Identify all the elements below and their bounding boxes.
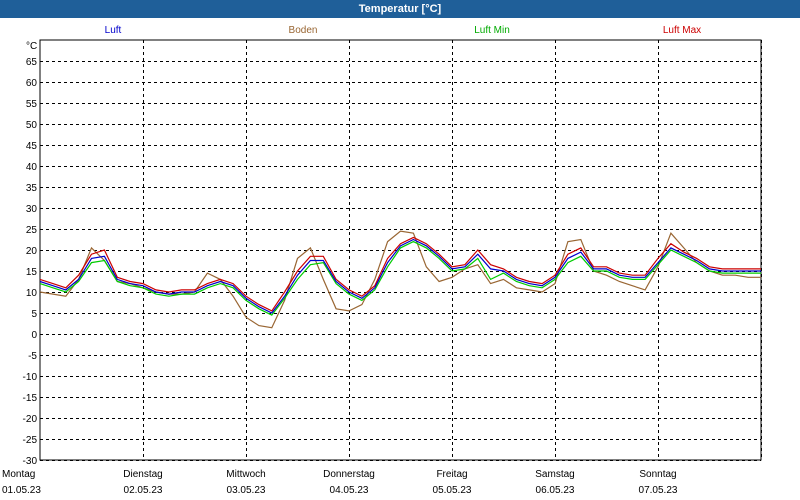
- x-day-label: Samstag: [535, 469, 574, 480]
- y-tick-label: 50: [26, 120, 38, 131]
- y-tick-label: -20: [23, 414, 38, 425]
- y-tick-label: 10: [26, 288, 38, 299]
- y-tick-label: 15: [26, 267, 38, 278]
- x-date-label: 02.05.23: [124, 485, 163, 496]
- y-tick-label: -5: [28, 351, 37, 362]
- x-day-label: Mittwoch: [226, 469, 265, 480]
- x-day-label: Freitag: [436, 469, 467, 480]
- x-day-label: Dienstag: [123, 469, 162, 480]
- x-date-label: 01.05.23: [2, 485, 41, 496]
- y-tick-label: 5: [31, 309, 37, 320]
- y-tick-label: 65: [26, 57, 38, 68]
- temperature-chart: °C 65605550454035302520151050-5-10-15-20…: [2, 39, 762, 496]
- y-tick-label: 35: [26, 183, 38, 194]
- series-line-luft-min: [39, 240, 761, 316]
- y-axis-unit: °C: [26, 41, 37, 52]
- x-date-label: 04.05.23: [330, 485, 369, 496]
- y-tick-label: 20: [26, 246, 38, 257]
- y-tick-label: 45: [26, 141, 38, 152]
- y-tick-label: -10: [23, 372, 38, 383]
- y-tick-label: 30: [26, 204, 38, 215]
- y-tick-label: 60: [26, 78, 38, 89]
- y-tick-label: -15: [23, 393, 38, 404]
- x-day-label: Montag: [2, 469, 35, 480]
- x-day-label: Donnerstag: [323, 469, 375, 480]
- y-tick-label: 25: [26, 225, 38, 236]
- y-tick-label: 55: [26, 99, 38, 110]
- x-date-label: 03.05.23: [227, 485, 266, 496]
- x-date-label: 07.05.23: [639, 485, 678, 496]
- x-date-label: 05.05.23: [433, 485, 472, 496]
- y-tick-label: 0: [31, 330, 37, 341]
- x-date-label: 06.05.23: [536, 485, 575, 496]
- y-tick-label: -25: [23, 435, 38, 446]
- y-tick-label: 40: [26, 162, 38, 173]
- x-day-label: Sonntag: [639, 469, 676, 480]
- y-tick-label: -30: [23, 456, 38, 467]
